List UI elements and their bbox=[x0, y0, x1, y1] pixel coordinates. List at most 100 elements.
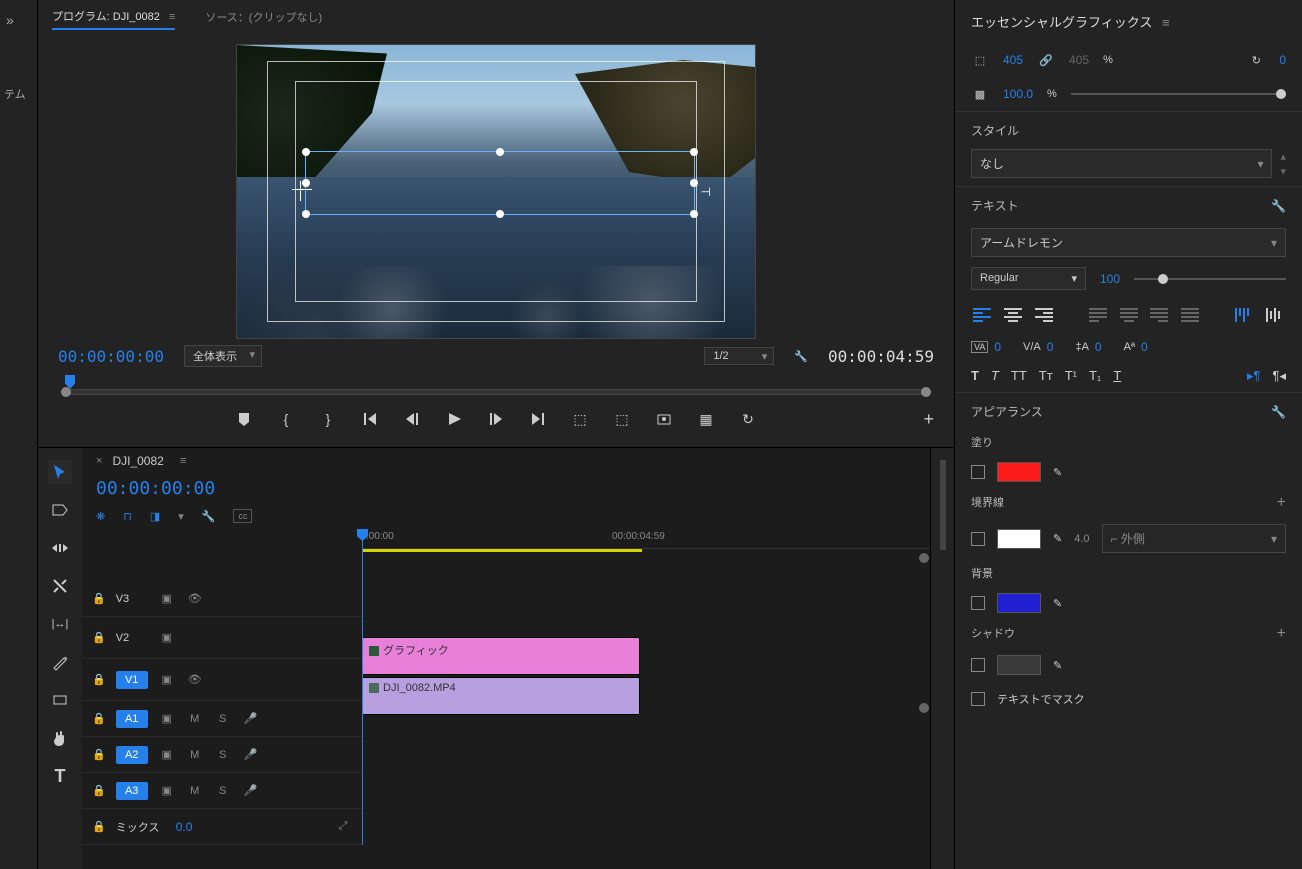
shadow-checkbox[interactable] bbox=[971, 658, 985, 672]
baseline-value[interactable]: 0 bbox=[1141, 340, 1148, 354]
handle-br[interactable] bbox=[690, 210, 698, 218]
track-v1[interactable]: V1 bbox=[116, 671, 148, 689]
bg-eyedropper-icon[interactable]: ✎ bbox=[1053, 597, 1062, 610]
kerning-value[interactable]: 0 bbox=[1047, 340, 1054, 354]
align-left-icon[interactable] bbox=[971, 304, 994, 326]
underline-button[interactable]: T bbox=[1113, 368, 1121, 384]
linked-selection-icon[interactable]: ◨ bbox=[150, 510, 160, 523]
text-wrench-icon[interactable]: 🔧 bbox=[1271, 199, 1286, 213]
scroll-handle-top[interactable] bbox=[919, 553, 929, 563]
settings-tl-icon[interactable]: 🔧 bbox=[202, 510, 216, 523]
lift-icon[interactable]: ⬚ bbox=[572, 411, 588, 427]
subscript-button[interactable]: T₁ bbox=[1089, 368, 1101, 384]
type-tool[interactable]: T bbox=[48, 764, 72, 788]
scroll-handle-bottom[interactable] bbox=[919, 703, 929, 713]
lock-mix-icon[interactable]: 🔒 bbox=[92, 820, 106, 833]
bold-button[interactable]: T bbox=[971, 368, 979, 384]
timeline-timecode[interactable]: 00:00:00:00 bbox=[96, 478, 215, 499]
loop-icon[interactable]: ↻ bbox=[740, 411, 756, 427]
ripple-edit-tool[interactable] bbox=[48, 536, 72, 560]
toggle-v2-icon[interactable]: ▣ bbox=[158, 631, 176, 644]
rate-stretch-tool[interactable] bbox=[48, 574, 72, 598]
shadow-swatch[interactable] bbox=[997, 655, 1041, 675]
track-mix[interactable]: ミックス bbox=[116, 819, 166, 835]
lock-v3-icon[interactable]: 🔒 bbox=[92, 592, 106, 605]
mute-a1[interactable]: M bbox=[186, 713, 204, 725]
toggle-a3-icon[interactable]: ▣ bbox=[158, 784, 176, 797]
rectangle-tool[interactable] bbox=[48, 688, 72, 712]
eye-v1-icon[interactable]: 👁 bbox=[186, 673, 204, 686]
leading-value[interactable]: 0 bbox=[1095, 340, 1102, 354]
mix-value[interactable]: 0.0 bbox=[176, 820, 193, 834]
width-value[interactable]: 405 bbox=[1003, 53, 1023, 67]
stroke-pos-select[interactable]: ⌐ 外側▾ bbox=[1102, 524, 1286, 553]
handle-mr[interactable] bbox=[690, 179, 698, 187]
play-icon[interactable] bbox=[446, 411, 462, 427]
superscript-button[interactable]: T¹ bbox=[1065, 368, 1077, 384]
fill-swatch[interactable] bbox=[997, 462, 1041, 482]
style-up-icon[interactable]: ▴ bbox=[1280, 150, 1286, 163]
font-size-slider[interactable] bbox=[1134, 278, 1286, 280]
program-menu-icon[interactable]: ≡ bbox=[169, 11, 175, 23]
lock-v2-icon[interactable]: 🔒 bbox=[92, 631, 106, 644]
justify-center-icon[interactable] bbox=[1117, 304, 1140, 326]
out-point-icon[interactable]: } bbox=[320, 411, 336, 427]
step-forward-icon[interactable] bbox=[488, 411, 504, 427]
comparison-icon[interactable]: ▦ bbox=[698, 411, 714, 427]
track-a2[interactable]: A2 bbox=[116, 746, 148, 764]
allcaps-button[interactable]: TT bbox=[1011, 368, 1027, 384]
fill-eyedropper-icon[interactable]: ✎ bbox=[1053, 466, 1062, 479]
fill-checkbox[interactable] bbox=[971, 465, 985, 479]
ltr-icon[interactable]: ▸¶ bbox=[1247, 368, 1261, 384]
expand-arrows[interactable]: » bbox=[0, 8, 37, 32]
track-v3[interactable]: V3 bbox=[116, 593, 148, 605]
stroke-checkbox[interactable] bbox=[971, 532, 985, 546]
justify-left-icon[interactable] bbox=[1086, 304, 1109, 326]
handle-bl[interactable] bbox=[302, 210, 310, 218]
toggle-a2-icon[interactable]: ▣ bbox=[158, 748, 176, 761]
timeline-menu-icon[interactable]: ≡ bbox=[180, 455, 186, 467]
ruler-end-handle[interactable] bbox=[921, 387, 931, 397]
track-v2[interactable]: V2 bbox=[116, 632, 148, 644]
timecode-current[interactable]: 00:00:00:00 bbox=[58, 347, 164, 366]
rtl-icon[interactable]: ¶◂ bbox=[1272, 368, 1286, 384]
stroke-eyedropper-icon[interactable]: ✎ bbox=[1053, 532, 1062, 545]
mic-a3-icon[interactable]: 🎤 bbox=[242, 784, 260, 797]
razor-tool[interactable]: |↔| bbox=[48, 612, 72, 636]
rotation-value[interactable]: 0 bbox=[1279, 53, 1286, 67]
track-a1[interactable]: A1 bbox=[116, 710, 148, 728]
handle-bm[interactable] bbox=[496, 210, 504, 218]
mix-out-icon[interactable]: ⤢ bbox=[334, 820, 352, 833]
opacity-slider[interactable] bbox=[1071, 93, 1286, 95]
in-point-icon[interactable]: { bbox=[278, 411, 294, 427]
marker-icon[interactable] bbox=[236, 411, 252, 427]
egp-menu-icon[interactable]: ≡ bbox=[1162, 15, 1170, 30]
toggle-a1-icon[interactable]: ▣ bbox=[158, 712, 176, 725]
font-size[interactable]: 100 bbox=[1100, 272, 1120, 286]
extract-icon[interactable]: ⬚ bbox=[614, 411, 630, 427]
appearance-wrench-icon[interactable]: 🔧 bbox=[1271, 405, 1286, 419]
clip-graphic[interactable]: グラフィック bbox=[362, 637, 640, 675]
mask-checkbox[interactable] bbox=[971, 692, 985, 706]
selection-tool[interactable] bbox=[48, 460, 72, 484]
clip-video[interactable]: DJI_0082.MP4 bbox=[362, 677, 640, 715]
video-preview[interactable]: ⊣ bbox=[236, 44, 756, 339]
work-area-bar[interactable] bbox=[362, 549, 642, 552]
handle-tl[interactable] bbox=[302, 148, 310, 156]
lock-a1-icon[interactable]: 🔒 bbox=[92, 712, 106, 725]
bg-checkbox[interactable] bbox=[971, 596, 985, 610]
handle-tr[interactable] bbox=[690, 148, 698, 156]
resolution-select[interactable]: 1/2 bbox=[704, 347, 774, 365]
solo-a1[interactable]: S bbox=[214, 713, 232, 725]
justify-right-icon[interactable] bbox=[1148, 304, 1171, 326]
tab-source[interactable]: ソース：(クリップなし) bbox=[205, 9, 322, 25]
align-center-icon[interactable] bbox=[1002, 304, 1025, 326]
handle-tm[interactable] bbox=[496, 148, 504, 156]
add-stroke-icon[interactable]: + bbox=[1277, 494, 1286, 512]
snap-icon[interactable]: ❋ bbox=[96, 510, 105, 523]
track-a3[interactable]: A3 bbox=[116, 782, 148, 800]
timeline-ruler[interactable]: :00:00 00:00:04:59 bbox=[362, 529, 930, 549]
opacity-value[interactable]: 100.0 bbox=[1003, 87, 1033, 101]
go-to-in-icon[interactable] bbox=[362, 411, 378, 427]
bg-swatch[interactable] bbox=[997, 593, 1041, 613]
